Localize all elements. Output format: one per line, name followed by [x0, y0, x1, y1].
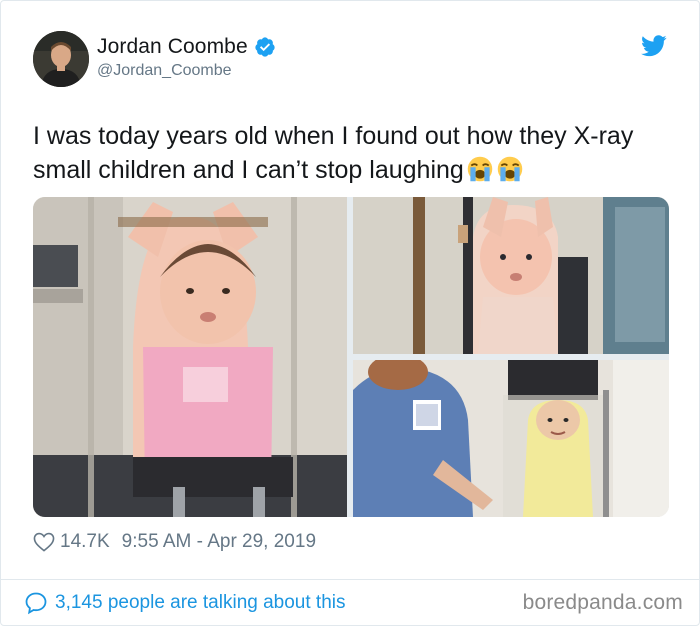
watermark: boredpanda.com — [522, 591, 683, 614]
avatar[interactable] — [33, 31, 89, 87]
tweet-body: I was today years old when I found out h… — [33, 122, 634, 184]
tweet-card: Jordan Coombe @Jordan_Coombe I was today… — [0, 0, 700, 626]
user-handle[interactable]: @Jordan_Coombe — [97, 62, 232, 80]
heart-icon[interactable] — [33, 532, 55, 552]
twitter-bird-icon[interactable] — [641, 35, 667, 57]
name-row: Jordan Coombe — [97, 35, 276, 59]
talking-link[interactable]: 3,145 people are talking about this — [23, 591, 346, 615]
display-name[interactable]: Jordan Coombe — [97, 35, 248, 59]
loudly-crying-face-icon — [497, 156, 523, 182]
baby-in-xray-tube-photo-2[interactable] — [353, 197, 669, 354]
media-grid — [33, 197, 669, 517]
talking-text[interactable]: 3,145 people are talking about this — [55, 592, 346, 614]
loudly-crying-face-icon — [467, 156, 493, 182]
speech-bubble-icon — [25, 592, 47, 615]
tweet-text: I was today years old when I found out h… — [33, 119, 673, 187]
divider — [1, 579, 699, 580]
baby-in-xray-tube-photo-1[interactable] — [33, 197, 347, 517]
tweet-meta: 14.7K 9:55 AM - Apr 29, 2019 — [33, 529, 316, 555]
verified-badge-icon — [255, 37, 275, 57]
baby-in-xray-tube-photo-3[interactable] — [353, 360, 669, 517]
tweet-timestamp[interactable]: 9:55 AM - Apr 29, 2019 — [122, 531, 316, 553]
like-count[interactable]: 14.7K — [60, 531, 110, 553]
tweet-header: Jordan Coombe @Jordan_Coombe — [33, 31, 673, 89]
tweet-footer: 3,145 people are talking about this bore… — [23, 591, 683, 619]
